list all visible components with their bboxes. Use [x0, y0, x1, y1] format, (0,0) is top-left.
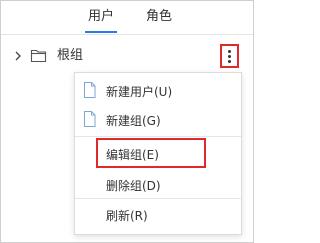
active-tab-indicator: [85, 31, 117, 33]
document-icon: [83, 82, 96, 98]
document-icon: [83, 111, 96, 127]
menu-divider: [75, 136, 241, 137]
more-options-button[interactable]: [220, 44, 239, 68]
user-management-panel: 用户 角色 根组 新建用户(U) 新建组(G) 编辑组(E) 删除组(D) 刷新…: [0, 0, 254, 243]
menu-item-new-user[interactable]: 新建用户(U): [75, 81, 241, 103]
tab-roles[interactable]: 角色: [146, 9, 172, 25]
context-menu: 新建用户(U) 新建组(G) 编辑组(E) 删除组(D) 刷新(R): [74, 72, 242, 235]
menu-item-delete-group[interactable]: 删除组(D): [75, 175, 241, 197]
chevron-right-icon[interactable]: [12, 48, 24, 62]
highlight-box: [96, 138, 206, 168]
tree-node-root[interactable]: 根组: [1, 45, 253, 67]
menu-divider: [75, 198, 241, 199]
menu-item-label: 新建组(G): [106, 114, 161, 128]
menu-item-refresh[interactable]: 刷新(R): [75, 205, 241, 227]
menu-item-label: 新建用户(U): [106, 85, 173, 99]
menu-item-label: 刷新(R): [106, 209, 148, 223]
folder-icon: [30, 48, 47, 63]
menu-item-new-group[interactable]: 新建组(G): [75, 110, 241, 132]
tree-node-label: 根组: [57, 48, 84, 63]
menu-item-label: 删除组(D): [106, 179, 161, 193]
more-icon: [228, 50, 231, 53]
tab-users[interactable]: 用户: [88, 9, 114, 25]
tab-bar: 用户 角色: [1, 1, 253, 35]
